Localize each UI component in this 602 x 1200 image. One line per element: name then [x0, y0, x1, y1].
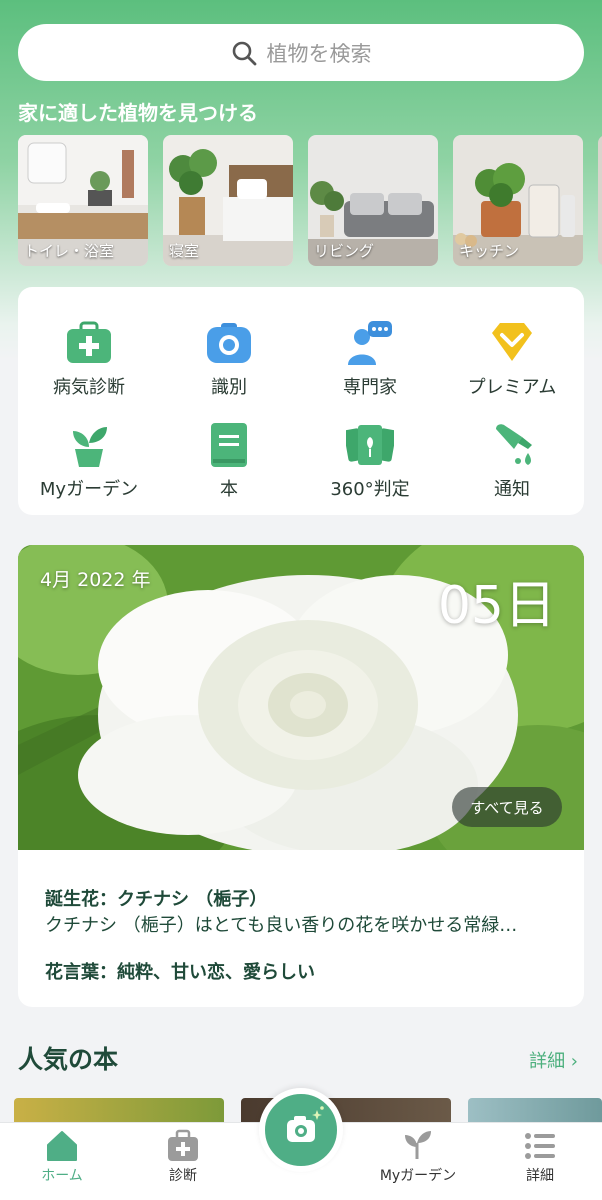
- first-aid-kit-icon: [168, 1129, 198, 1161]
- feature-premium[interactable]: プレミアム: [442, 319, 582, 409]
- search-placeholder: 植物を検索: [266, 41, 372, 66]
- tab-diagnosis[interactable]: 診断: [138, 1129, 228, 1185]
- home-icon: [47, 1131, 77, 1161]
- feature-disease-diagnosis[interactable]: 病気診断: [19, 319, 159, 409]
- feature-label: 識別: [211, 377, 247, 398]
- month-year: 4月 2022 年: [40, 569, 151, 591]
- room-carousel[interactable]: トイレ・浴室 寝室 リビング キッチン: [18, 135, 602, 267]
- scan-camera-button[interactable]: [259, 1088, 343, 1172]
- feature-label: プレミアム: [467, 377, 557, 398]
- potted-plant-icon: [73, 427, 107, 467]
- rooms-section-title: 家に適した植物を見つける: [18, 101, 258, 125]
- room-card-kitchen[interactable]: キッチン: [453, 135, 583, 266]
- expert-chat-icon: [348, 321, 392, 365]
- room-label: 寝室: [169, 242, 200, 260]
- room-label: トイレ・浴室: [24, 242, 115, 260]
- first-aid-kit-icon: [67, 321, 111, 363]
- cards-icon: [346, 425, 394, 465]
- premium-diamond-icon: [492, 323, 532, 361]
- search-bar[interactable]: 植物を検索: [18, 24, 584, 81]
- list-icon: [525, 1133, 555, 1159]
- tab-details[interactable]: 詳細: [495, 1129, 585, 1185]
- feature-label: 専門家: [343, 377, 397, 398]
- feature-expert[interactable]: 専門家: [300, 319, 440, 409]
- room-card-bathroom[interactable]: トイレ・浴室: [18, 135, 148, 266]
- tab-my-garden[interactable]: Myガーデン: [373, 1129, 463, 1185]
- camera-icon: [287, 1106, 324, 1142]
- sprout-icon: [405, 1131, 431, 1159]
- feature-label: 病気診断: [53, 377, 125, 398]
- feature-book[interactable]: 本: [159, 421, 299, 511]
- feature-my-garden[interactable]: Myガーデン: [19, 421, 159, 511]
- search-icon: [232, 41, 256, 65]
- room-card-partial[interactable]: [598, 135, 602, 266]
- birth-flower-title: 誕生花：クチナシ （梔子）: [45, 889, 268, 910]
- feature-label: Myガーデン: [39, 479, 139, 500]
- day-number: 05日: [437, 576, 556, 636]
- room-label: キッチン: [459, 242, 520, 260]
- popular-books-more-link[interactable]: 詳細 ›: [529, 1047, 578, 1073]
- feature-notification[interactable]: 通知: [442, 421, 582, 511]
- book-icon: [211, 423, 247, 467]
- feature-label: 通知: [494, 479, 530, 500]
- feature-identify[interactable]: 識別: [159, 319, 299, 409]
- feature-360[interactable]: 360°判定: [300, 421, 440, 511]
- feature-label: 本: [220, 479, 238, 500]
- room-label: リビング: [314, 242, 375, 260]
- tab-label: ホーム: [41, 1168, 83, 1184]
- room-card-bedroom[interactable]: 寝室: [163, 135, 293, 266]
- tab-label: 詳細: [526, 1168, 554, 1184]
- tab-label: 診断: [169, 1168, 197, 1184]
- tab-label: Myガーデン: [379, 1168, 457, 1184]
- popular-books-title: 人気の本: [18, 1045, 119, 1074]
- feature-label: 360°判定: [330, 479, 410, 500]
- flower-of-the-day-card[interactable]: 4月 2022 年 05日 すべて見る 誕生花：クチナシ （梔子） クチナシ （…: [18, 545, 584, 1007]
- watering-can-icon: [496, 424, 532, 465]
- camera-icon: [207, 323, 251, 363]
- flower-language: 花言葉：純粋、甘い恋、愛らしい: [45, 962, 315, 983]
- see-all-button[interactable]: すべて見る: [452, 787, 562, 827]
- feature-grid: 病気診断 識別 専門家 プレミアム Myガーデン 本 360°判定 通知: [18, 287, 584, 515]
- birth-flower-description: クチナシ （梔子）はとても良い香りの花を咲かせる常緑…: [45, 915, 518, 936]
- tab-home[interactable]: ホーム: [17, 1129, 107, 1185]
- room-card-living[interactable]: リビング: [308, 135, 438, 266]
